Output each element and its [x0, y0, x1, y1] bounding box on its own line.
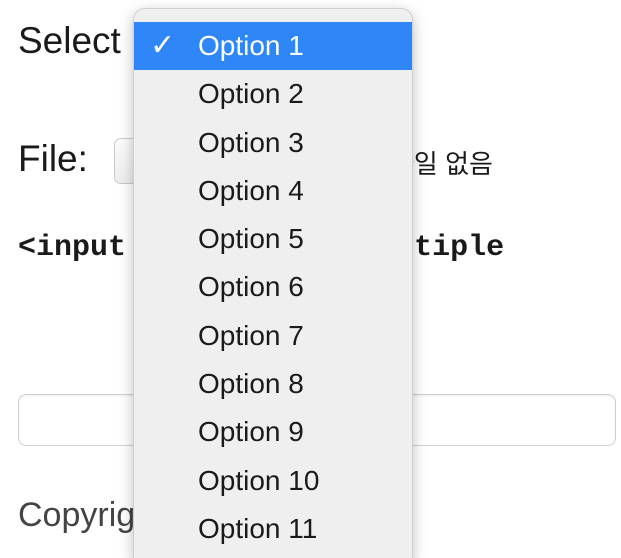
option-8[interactable]: Option 8 — [134, 360, 412, 408]
option-5[interactable]: Option 5 — [134, 215, 412, 263]
option-3[interactable]: Option 3 — [134, 119, 412, 167]
option-label: Option 2 — [198, 78, 304, 110]
option-4[interactable]: Option 4 — [134, 167, 412, 215]
page: Select File: 파일 없음 <input type="file" mu… — [0, 0, 621, 558]
option-7[interactable]: Option 7 — [134, 312, 412, 360]
option-label: Option 1 — [198, 30, 304, 61]
option-label: Option 9 — [198, 416, 304, 448]
option-label: Option 11 — [198, 512, 318, 544]
option-label: Option 4 — [198, 174, 304, 206]
option-label: Option 10 — [198, 464, 320, 496]
option-label: Option 5 — [198, 223, 304, 255]
option-9[interactable]: Option 9 — [134, 408, 412, 456]
option-label: Option 3 — [198, 126, 304, 158]
select-label: Select — [18, 20, 121, 61]
option-label: Option 7 — [198, 319, 304, 351]
option-label: Option 6 — [198, 271, 304, 303]
option-2[interactable]: Option 2 — [134, 70, 412, 118]
option-11[interactable]: Option 11 — [134, 505, 412, 553]
option-label: Option 8 — [198, 368, 304, 400]
option-6[interactable]: Option 6 — [134, 263, 412, 311]
file-label: File: — [18, 138, 88, 179]
option-1[interactable]: ✓ Option 1 — [134, 22, 412, 71]
select-dropdown-menu[interactable]: ✓ Option 1 Option 2 Option 3 Option 4 Op… — [133, 8, 413, 558]
option-10[interactable]: Option 10 — [134, 457, 412, 505]
checkmark-icon: ✓ — [150, 28, 176, 63]
